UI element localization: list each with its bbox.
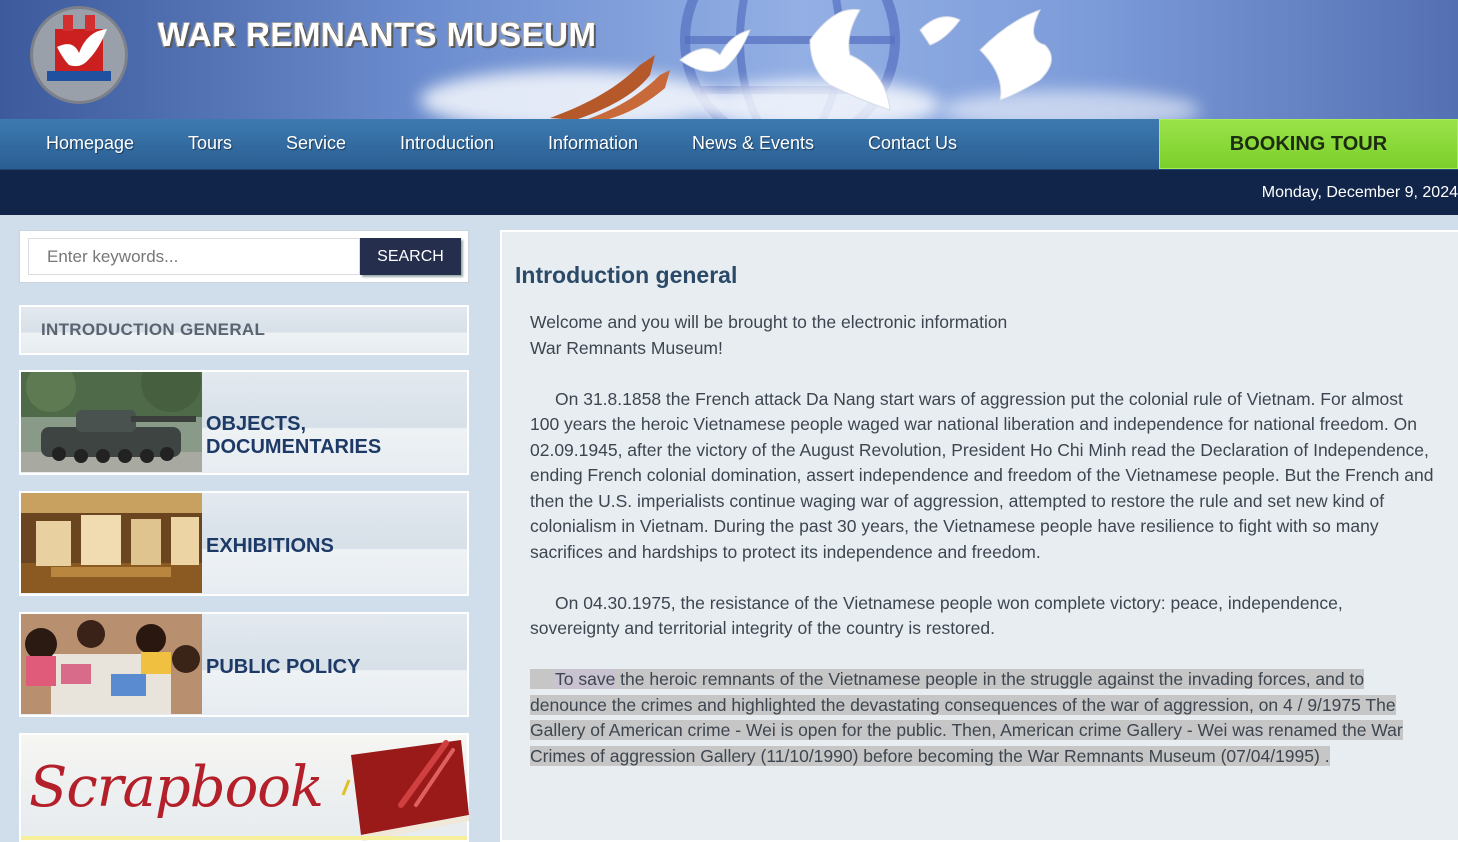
welcome-line-1: Welcome and you will be brought to the e… [530, 312, 1008, 332]
article-paragraph-2: On 04.30.1975, the resistance of the Vie… [530, 592, 1343, 639]
objects-label-line1: OBJECTS, [206, 413, 307, 435]
objects-label-line2: DOCUMENTARIES [206, 436, 382, 458]
book-pen-icon [341, 740, 469, 841]
exhibitions-link[interactable]: EXHIBITIONS [19, 491, 469, 596]
nav-item-service[interactable]: Service [286, 119, 346, 169]
doves-graphic [679, 8, 1052, 111]
nav-item-contact-us[interactable]: Contact Us [868, 119, 957, 169]
exhibition-hall-photo [21, 493, 202, 593]
public-policy-link[interactable]: PUBLIC POLICY [19, 612, 469, 717]
nav-item-introduction[interactable]: Introduction [400, 119, 494, 169]
article-body: Welcome and you will be brought to the e… [530, 310, 1435, 769]
intro-general-panel[interactable]: INTRODUCTION GENERAL [19, 305, 469, 355]
current-date: Monday, December 9, 2024 [1261, 184, 1458, 201]
scrapbook-label: Scrapbook [29, 755, 324, 820]
page-title: Introduction general [515, 262, 738, 288]
exhibitions-label[interactable]: EXHIBITIONS [206, 535, 334, 558]
article-paragraph-1: On 31.8.1858 the French attack Da Nang s… [530, 388, 1434, 562]
public-policy-label[interactable]: PUBLIC POLICY [206, 656, 360, 679]
museum-logo[interactable] [30, 6, 128, 104]
nav-item-homepage[interactable]: Homepage [46, 119, 134, 169]
tank-photo [21, 372, 202, 472]
search-button[interactable]: SEARCH [360, 238, 461, 275]
dove-emblem-icon [47, 15, 111, 81]
children-drawing-photo [21, 614, 202, 714]
nav-item-tours[interactable]: Tours [188, 119, 232, 169]
scrapbook-underline [21, 836, 467, 840]
search-box: SEARCH [19, 230, 469, 283]
welcome-line-2: War Remnants Museum! [530, 337, 723, 358]
nav-item-information[interactable]: Information [548, 119, 638, 169]
intro-general-heading: INTRODUCTION GENERAL [41, 320, 266, 339]
nav-item-news-events[interactable]: News & Events [692, 119, 814, 169]
objects-documentaries-label[interactable]: OBJECTS, DOCUMENTARIES [206, 413, 381, 459]
selected-text: To save [555, 669, 616, 689]
date-bar: Monday, December 9, 2024 [0, 170, 1458, 215]
header-banner: WAR REMNANTS MUSEUM [0, 0, 1458, 119]
article-paragraph-3: To save the heroic remnants of the Vietn… [530, 667, 1435, 769]
site-title[interactable]: WAR REMNANTS MUSEUM [158, 16, 596, 54]
main-content: Introduction general Welcome and you wil… [500, 230, 1458, 842]
booking-tour-button[interactable]: BOOKING TOUR [1159, 119, 1458, 169]
search-input[interactable] [28, 238, 360, 275]
scrapbook-banner[interactable]: Scrapbook [19, 733, 469, 842]
highlighted-text: the heroic remnants of the Vietnamese pe… [530, 669, 1403, 766]
objects-documentaries-link[interactable]: OBJECTS, DOCUMENTARIES [19, 370, 469, 475]
